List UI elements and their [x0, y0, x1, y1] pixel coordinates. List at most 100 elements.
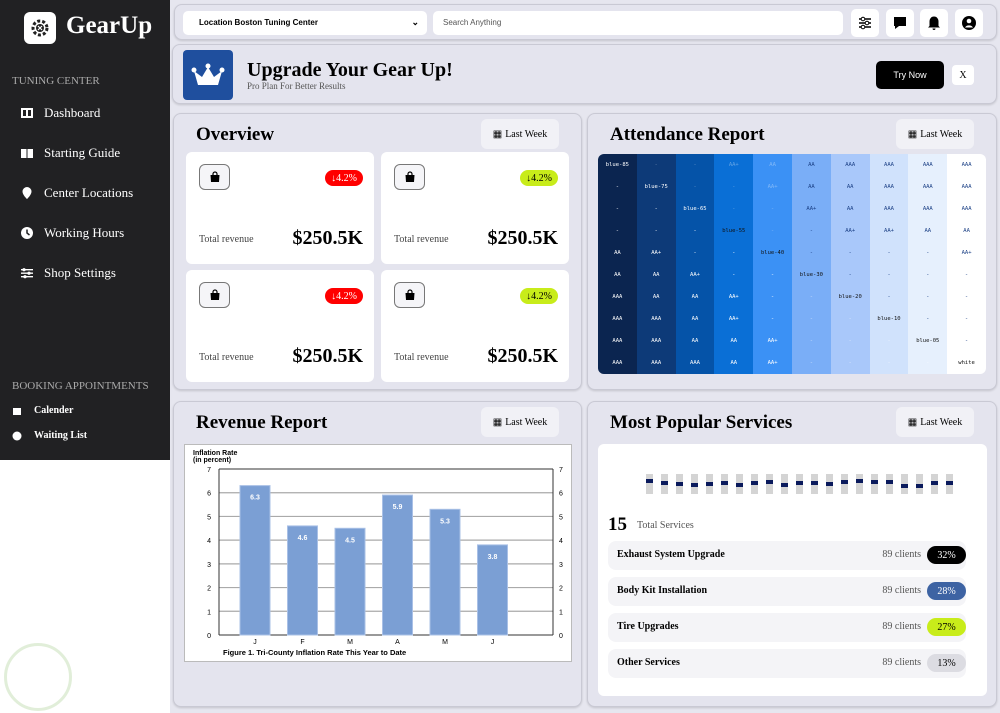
- slider[interactable]: [826, 474, 833, 494]
- slider-thumb[interactable]: [901, 484, 908, 488]
- last-week-filter[interactable]: ▦ Last Week: [481, 407, 559, 437]
- slider-thumb[interactable]: [811, 481, 818, 485]
- heatmap-cell: AA: [791, 154, 831, 176]
- slider[interactable]: [871, 474, 878, 494]
- slider-thumb[interactable]: [706, 482, 713, 486]
- heatmap-cell: AA: [636, 286, 676, 308]
- slider[interactable]: [901, 474, 908, 494]
- slider-thumb[interactable]: [736, 483, 743, 487]
- heatmap-cell: AAA: [675, 352, 715, 374]
- heatmap-cell: blue-30: [791, 264, 831, 286]
- sidebar-item-center-locations[interactable]: Center Locations: [20, 185, 133, 201]
- heatmap-cell: -: [947, 286, 986, 308]
- heatmap-cell: AA: [753, 154, 792, 176]
- heatmap-cell: -: [675, 176, 715, 198]
- calendar-icon: [13, 407, 21, 415]
- slider-thumb[interactable]: [886, 479, 893, 484]
- y-tick-label-right: 7: [559, 467, 563, 474]
- y-tick-label-right: 1: [559, 609, 563, 616]
- slider-thumb[interactable]: [766, 480, 773, 485]
- sidebar-item-working-hours[interactable]: Working Hours: [20, 225, 124, 241]
- service-percent: 28%: [927, 582, 966, 600]
- heatmap-cell: AA: [947, 220, 986, 242]
- service-row: Other Services 89 clients 13%: [608, 649, 966, 678]
- sidebar-item-calender[interactable]: Calender: [12, 405, 73, 416]
- sliders-icon: [859, 16, 871, 30]
- slider-thumb[interactable]: [751, 481, 758, 486]
- slider[interactable]: [811, 474, 818, 494]
- overview-title: Overview: [196, 124, 275, 145]
- close-banner-button[interactable]: X: [952, 65, 974, 85]
- revenue-card: ↓ 4.2% Total revenue $250.5K: [381, 270, 569, 382]
- heatmap-cell: AA+: [636, 242, 676, 264]
- last-week-filter[interactable]: ▦ Last Week: [896, 119, 974, 149]
- last-week-filter[interactable]: ▦ Last Week: [896, 407, 974, 437]
- overview-panel: Overview ▦ Last Week ↓ 4.2% Total revenue …: [173, 113, 582, 390]
- calendar-icon: ▦: [492, 128, 503, 140]
- heatmap-cell: blue-65: [675, 198, 715, 220]
- y-tick-label: 6: [207, 491, 211, 498]
- slider-thumb[interactable]: [661, 481, 668, 485]
- slider-thumb[interactable]: [841, 480, 848, 485]
- profile-button[interactable]: [955, 9, 983, 37]
- sidebar-item-label: Waiting List: [34, 430, 88, 441]
- heatmap-cell: AA: [598, 264, 637, 286]
- slider-thumb[interactable]: [931, 480, 938, 485]
- card-value: $250.5K: [292, 227, 363, 249]
- filter-button[interactable]: [851, 9, 879, 37]
- slider[interactable]: [946, 474, 953, 494]
- y-tick-label: 7: [207, 467, 211, 474]
- sidebar-item-dashboard[interactable]: Dashboard: [20, 105, 100, 121]
- slider-thumb[interactable]: [781, 483, 788, 487]
- heatmap-cell: AAA: [598, 352, 637, 374]
- heatmap-cell: AA: [675, 286, 715, 308]
- slider[interactable]: [766, 474, 773, 494]
- slider[interactable]: [841, 474, 848, 494]
- slider-thumb[interactable]: [856, 479, 863, 484]
- x-tick-label: M: [442, 639, 448, 646]
- slider[interactable]: [751, 474, 758, 494]
- watermark-logo: [4, 643, 72, 711]
- slider[interactable]: [736, 474, 743, 494]
- slider-thumb[interactable]: [676, 482, 683, 486]
- search-input[interactable]: Search Anything: [433, 11, 843, 35]
- slider[interactable]: [886, 474, 893, 494]
- sidebar-item-waiting-list[interactable]: Waiting List: [12, 430, 87, 441]
- slider[interactable]: [916, 474, 923, 494]
- slider-thumb[interactable]: [796, 481, 803, 486]
- slider-thumb[interactable]: [721, 480, 728, 485]
- slider-thumb[interactable]: [691, 483, 698, 487]
- heatmap-cell: AA+: [753, 330, 792, 352]
- slider-thumb[interactable]: [916, 484, 923, 488]
- slider[interactable]: [856, 474, 863, 494]
- last-week-filter[interactable]: ▦ Last Week: [481, 119, 559, 149]
- slider[interactable]: [661, 474, 668, 494]
- messages-button[interactable]: [886, 9, 914, 37]
- location-select[interactable]: Location Boston Tuning Center ⌄: [183, 11, 427, 35]
- slider-thumb[interactable]: [826, 482, 833, 486]
- chart-title: Inflation Rate: [193, 450, 237, 457]
- card-value: $250.5K: [487, 345, 558, 367]
- slider[interactable]: [796, 474, 803, 494]
- heatmap-cell: -: [636, 198, 676, 220]
- slider-thumb[interactable]: [946, 481, 953, 485]
- heatmap-cell: blue-40: [753, 242, 792, 264]
- bar-label: 5.3: [440, 518, 450, 525]
- try-now-button[interactable]: Try Now: [876, 61, 944, 89]
- slider[interactable]: [931, 474, 938, 494]
- heatmap-cell: -: [753, 264, 792, 286]
- notifications-button[interactable]: [920, 9, 948, 37]
- sidebar-item-label: Shop Settings: [44, 265, 116, 280]
- slider[interactable]: [676, 474, 683, 494]
- slider[interactable]: [691, 474, 698, 494]
- slider-thumb[interactable]: [871, 480, 878, 484]
- slider-thumb[interactable]: [646, 479, 653, 484]
- slider[interactable]: [646, 474, 653, 494]
- slider[interactable]: [706, 474, 713, 494]
- slider[interactable]: [781, 474, 788, 494]
- y-tick-label-right: 6: [559, 491, 563, 498]
- slider[interactable]: [721, 474, 728, 494]
- revenue-title: Revenue Report: [196, 412, 328, 433]
- sidebar-item-shop-settings[interactable]: Shop Settings: [20, 265, 116, 281]
- sidebar-item-starting-guide[interactable]: Starting Guide: [20, 145, 120, 161]
